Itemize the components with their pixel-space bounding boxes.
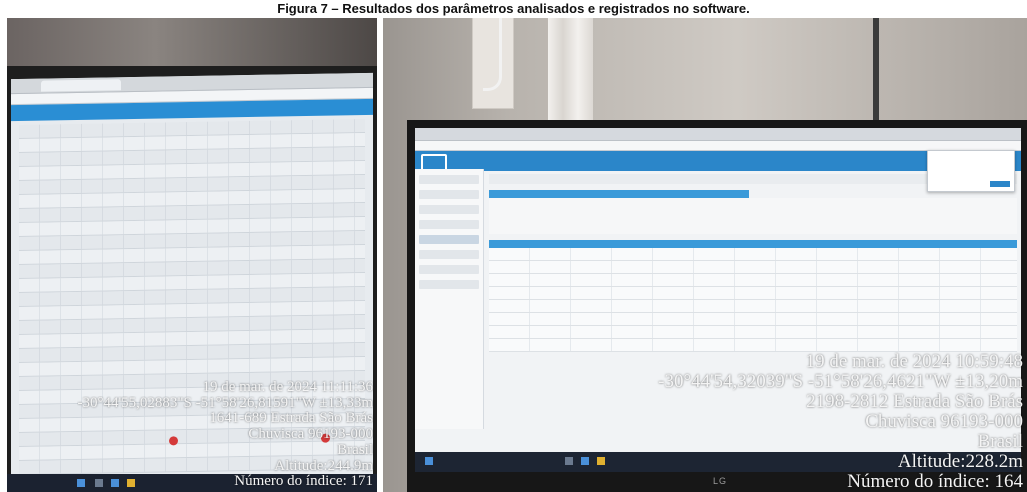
photo-left: 19 de mar. de 2024 11:11:36 -30°44'55,02… (7, 18, 377, 492)
table-header (489, 240, 1017, 248)
overlay-date: 19 de mar. de 2024 10:59:48 (805, 352, 1023, 373)
figure-caption: Figura 7 – Resultados dos parâmetros ana… (277, 1, 750, 16)
browser-tab[interactable] (41, 79, 121, 92)
table-row (489, 287, 1017, 300)
overlay-city: Chuvisca 96193-000 (865, 412, 1023, 433)
overlay-index: Número do índice: 164 (847, 472, 1023, 492)
pole (873, 18, 879, 128)
geotag-overlay-left: 19 de mar. de 2024 11:11:36 -30°44'55,02… (77, 380, 373, 490)
curtain (548, 18, 593, 128)
sidebar-item[interactable] (419, 205, 479, 214)
sidebar-item[interactable] (419, 265, 479, 274)
popup-button[interactable] (990, 181, 1010, 187)
overlay-address: 1641-689 Estrada São Brás (209, 411, 373, 427)
table-row (489, 313, 1017, 326)
table-row (489, 274, 1017, 287)
section-header (489, 190, 749, 198)
overlay-date: 19 de mar. de 2024 11:11:36 (202, 379, 373, 395)
table-row (489, 261, 1017, 274)
table-row (489, 248, 1017, 261)
form-fields[interactable] (489, 198, 1017, 234)
overlay-altitude: Altitude:228.2m (897, 452, 1023, 473)
sidebar-item[interactable] (419, 175, 479, 184)
overlay-country: Brasil (337, 442, 373, 458)
sidebar-item[interactable] (419, 190, 479, 199)
sidebar-item[interactable] (419, 220, 479, 229)
cable (483, 18, 502, 91)
table-row (489, 326, 1017, 339)
geotag-overlay-right: 19 de mar. de 2024 10:59:48 -30°44'54,32… (383, 352, 1023, 492)
overlay-address: 2198-2812 Estrada São Brás (806, 392, 1023, 413)
sidebar-item[interactable] (419, 235, 479, 244)
photo-right: LG 19 de mar. de 2024 10:59:48 -30°44'54… (383, 18, 1027, 492)
wall-background (7, 18, 377, 68)
overlay-index: Número do índice: 171 (234, 474, 373, 490)
overlay-coordinates: -30°44'54,32039"S -51°58'26,4621"W ±13,2… (658, 372, 1023, 393)
overlay-coordinates: -30°44'55,02883"S -51°58'26,81591"W ±13,… (77, 395, 373, 411)
overlay-city: Chuvisca 96193-000 (248, 427, 373, 442)
table-row (489, 339, 1017, 352)
overlay-country: Brasil (977, 432, 1023, 453)
sidebar-item[interactable] (419, 250, 479, 259)
overlay-altitude: Altitude:244.9m (274, 458, 373, 474)
notification-popup (927, 150, 1015, 192)
table-row (489, 300, 1017, 313)
browser-tab-bar (415, 128, 1021, 141)
sidebar-item[interactable] (419, 280, 479, 289)
